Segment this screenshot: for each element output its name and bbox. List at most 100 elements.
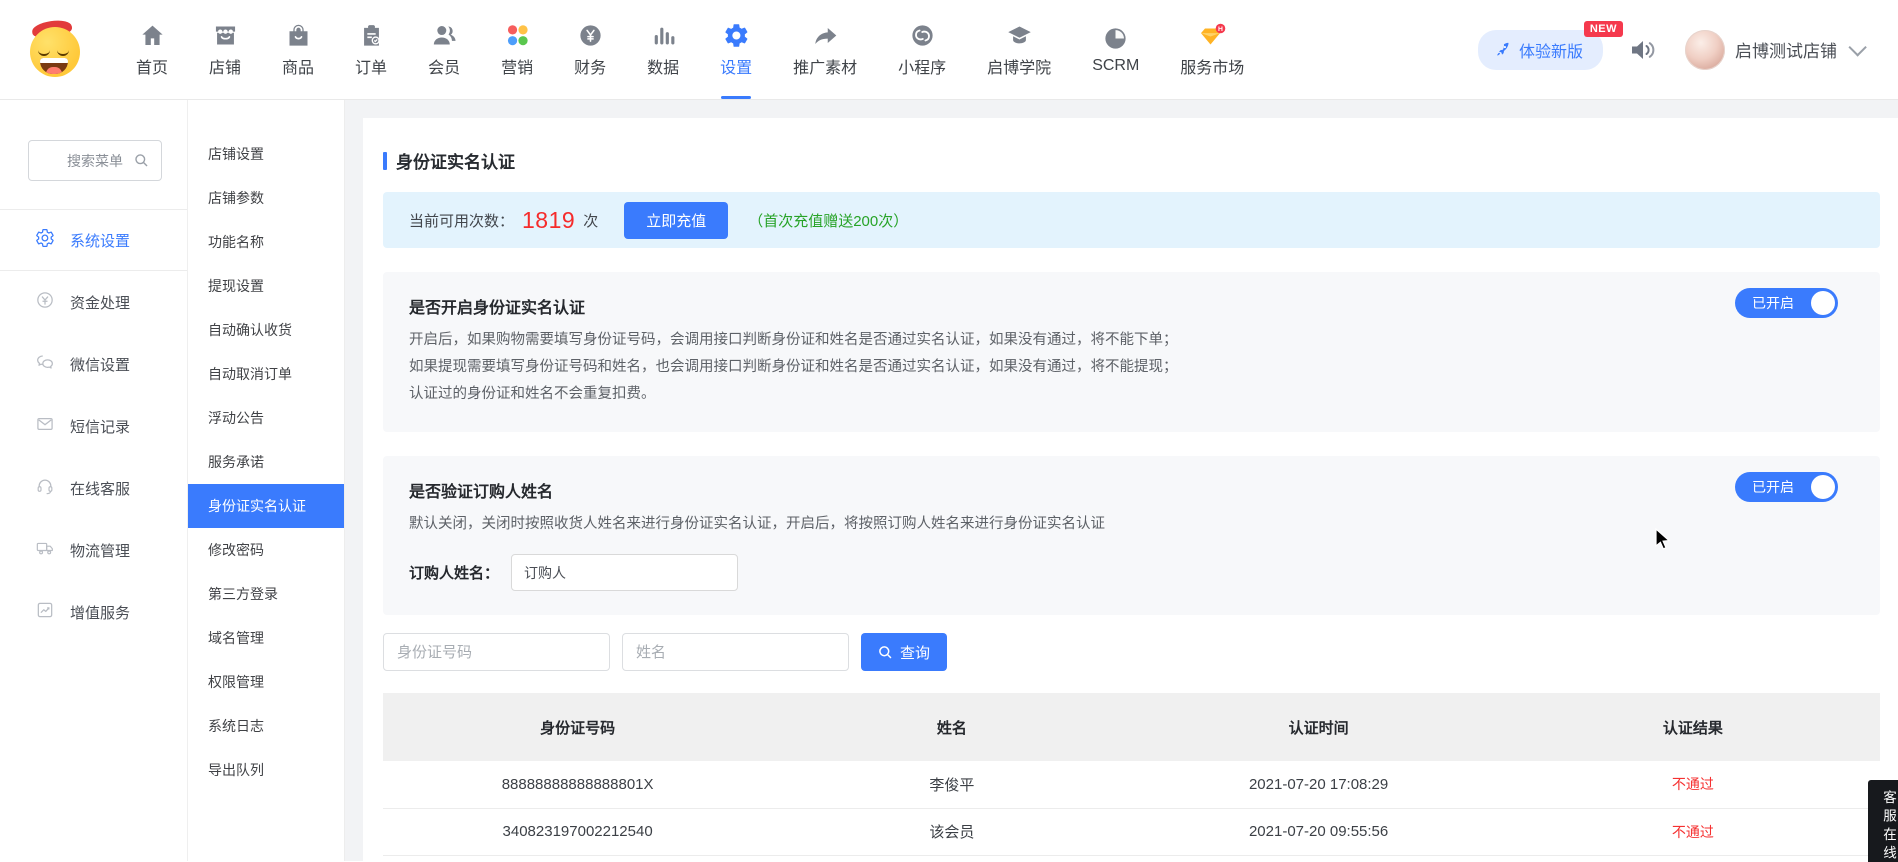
submenu-item[interactable]: 店铺参数 <box>188 176 344 220</box>
submenu-item[interactable]: 导出队列 <box>188 748 344 792</box>
orderer-name-field-row: 订购人姓名： <box>409 554 1854 591</box>
nav-item[interactable]: 数据 <box>647 0 679 99</box>
rocket-icon <box>1494 41 1511 58</box>
cell-verify-result: 不通过 <box>1506 808 1880 855</box>
quota-label: 当前可用次数： <box>409 210 514 231</box>
nav-item[interactable]: 推广素材 <box>793 0 857 99</box>
account-menu[interactable]: 启博测试店铺 <box>1685 30 1862 70</box>
submenu-item[interactable]: 系统日志 <box>188 704 344 748</box>
page-title: 身份证实名认证 <box>383 148 1880 173</box>
cell-verify-time: 2021-07-20 17:08:29 <box>1131 761 1505 808</box>
col-verify-time: 认证时间 <box>1131 693 1505 761</box>
nav-item[interactable]: 会员 <box>428 0 460 99</box>
table-row[interactable]: 370829199507105988 谢浦 2021-07-20 09:50:5… <box>383 855 1880 861</box>
sidebar-item[interactable]: 在线客服 <box>0 457 187 519</box>
member-icon <box>431 22 458 49</box>
toggle-knob <box>1811 475 1835 499</box>
submenu-item[interactable]: 权限管理 <box>188 660 344 704</box>
submenu-item[interactable]: 浮动公告 <box>188 396 344 440</box>
submenu-item[interactable]: 功能名称 <box>188 220 344 264</box>
nav-item[interactable]: 财务 <box>574 0 606 99</box>
submenu-item[interactable]: 服务承诺 <box>188 440 344 484</box>
try-new-version-button[interactable]: 体验新版 NEW <box>1478 30 1603 70</box>
submenu-item[interactable]: 身份证实名认证 <box>188 484 344 528</box>
sidebar-item[interactable]: 物流管理 <box>0 519 187 581</box>
section-title: 是否验证订购人姓名 <box>409 478 1854 502</box>
section-description: 开启后，如果购物需要填写身份证号码，会调用接口判断身份证和姓名是否通过实名认证，… <box>409 327 1854 408</box>
wechat-icon <box>35 352 55 376</box>
table-row[interactable]: 88888888888888801X 李俊平 2021-07-20 17:08:… <box>383 761 1880 808</box>
table-row[interactable]: 340823197002212540 该会员 2021-07-20 09:55:… <box>383 808 1880 855</box>
submenu-item[interactable]: 自动取消订单 <box>188 352 344 396</box>
nav-item[interactable]: 商品 <box>282 0 314 99</box>
orderer-name-toggle[interactable]: 已开启 <box>1735 472 1838 502</box>
sidebar-item[interactable]: 系统设置 <box>0 209 187 271</box>
submenu-item[interactable]: 自动确认收货 <box>188 308 344 352</box>
content-panel: 身份证实名认证 当前可用次数： 1819 次 立即充值 （首次充值赠送200次）… <box>363 118 1898 861</box>
nav-item[interactable]: 订单 <box>355 0 387 99</box>
cell-id-number: 340823197002212540 <box>383 808 772 855</box>
mail-icon <box>35 414 55 438</box>
nav-item[interactable]: SCRM <box>1092 0 1139 99</box>
nav-item[interactable]: 小程序 <box>898 0 946 99</box>
sidebar-item-label: 微信设置 <box>70 354 130 375</box>
id-number-search-input[interactable] <box>383 633 610 671</box>
menu-search-input[interactable] <box>28 140 162 181</box>
nav-item[interactable]: 店铺 <box>209 0 241 99</box>
record-search-bar: 查询 <box>383 633 1880 671</box>
nav-item[interactable]: H 服务市场 <box>1180 0 1244 99</box>
title-accent-bar <box>383 152 387 170</box>
section-title: 是否开启身份证实名认证 <box>409 294 1854 318</box>
nav-item-label: 推广素材 <box>793 54 857 78</box>
sidebar-item-label: 短信记录 <box>70 416 130 437</box>
nav-item-label: 店铺 <box>209 54 241 78</box>
nav-item[interactable]: 启博学院 <box>987 0 1051 99</box>
svg-text:H: H <box>1218 25 1223 32</box>
cell-verify-time: 2021-07-20 09:50:53 <box>1131 855 1505 861</box>
submenu-item[interactable]: 修改密码 <box>188 528 344 572</box>
sidebar-item[interactable]: 增值服务 <box>0 581 187 643</box>
main-area: 身份证实名认证 当前可用次数： 1819 次 立即充值 （首次充值赠送200次）… <box>345 100 1898 861</box>
id-verification-toggle[interactable]: 已开启 <box>1735 288 1838 318</box>
cell-name: 谢浦 <box>772 855 1131 861</box>
name-search-input[interactable] <box>622 633 849 671</box>
secondary-sidebar: 店铺设置 店铺参数 功能名称 提现设置 自动确认收货 自动取消订单 浮动公告 服… <box>188 100 345 861</box>
table-header-row: 身份证号码 姓名 认证时间 认证结果 <box>383 693 1880 761</box>
finance-icon <box>577 22 604 49</box>
chevron-down-icon <box>1848 38 1866 56</box>
sidebar-item[interactable]: 短信记录 <box>0 395 187 457</box>
quota-banner: 当前可用次数： 1819 次 立即充值 （首次充值赠送200次） <box>383 192 1880 248</box>
nav-item[interactable]: 设置 <box>720 0 752 99</box>
money-icon <box>35 290 55 314</box>
cell-verify-result: 不通过 <box>1506 855 1880 861</box>
main-nav: 首页 店铺 商品 订单 会员 营销 <box>136 0 1244 99</box>
submenu-item[interactable]: 域名管理 <box>188 616 344 660</box>
submenu-item[interactable]: 第三方登录 <box>188 572 344 616</box>
promo-icon <box>812 22 839 49</box>
query-button[interactable]: 查询 <box>861 633 947 671</box>
home-icon <box>139 22 166 49</box>
sidebar-item-label: 物流管理 <box>70 540 130 561</box>
search-icon <box>878 645 893 660</box>
customer-service-tab[interactable]: 客服在线 <box>1868 780 1898 862</box>
sidebar-item[interactable]: 资金处理 <box>0 271 187 333</box>
nav-item-label: 商品 <box>282 54 314 78</box>
col-id-number: 身份证号码 <box>383 693 772 761</box>
announcement-speaker-icon[interactable] <box>1629 37 1659 63</box>
nav-item[interactable]: 营销 <box>501 0 533 99</box>
academy-icon <box>1006 22 1033 49</box>
recharge-button[interactable]: 立即充值 <box>624 202 728 239</box>
orderer-name-input[interactable] <box>511 554 738 591</box>
cell-verify-time: 2021-07-20 09:55:56 <box>1131 808 1505 855</box>
nav-item[interactable]: 首页 <box>136 0 168 99</box>
brand-logo[interactable] <box>30 23 84 77</box>
enable-id-verification-section: 是否开启身份证实名认证 开启后，如果购物需要填写身份证号码，会调用接口判断身份证… <box>383 272 1880 432</box>
sidebar-item[interactable]: 微信设置 <box>0 333 187 395</box>
shop-icon <box>212 22 239 49</box>
submenu-item[interactable]: 店铺设置 <box>188 132 344 176</box>
chart-icon <box>35 600 55 624</box>
col-name: 姓名 <box>772 693 1131 761</box>
scrm-icon <box>1102 25 1129 52</box>
submenu-item[interactable]: 提现设置 <box>188 264 344 308</box>
settings-icon <box>723 22 750 49</box>
